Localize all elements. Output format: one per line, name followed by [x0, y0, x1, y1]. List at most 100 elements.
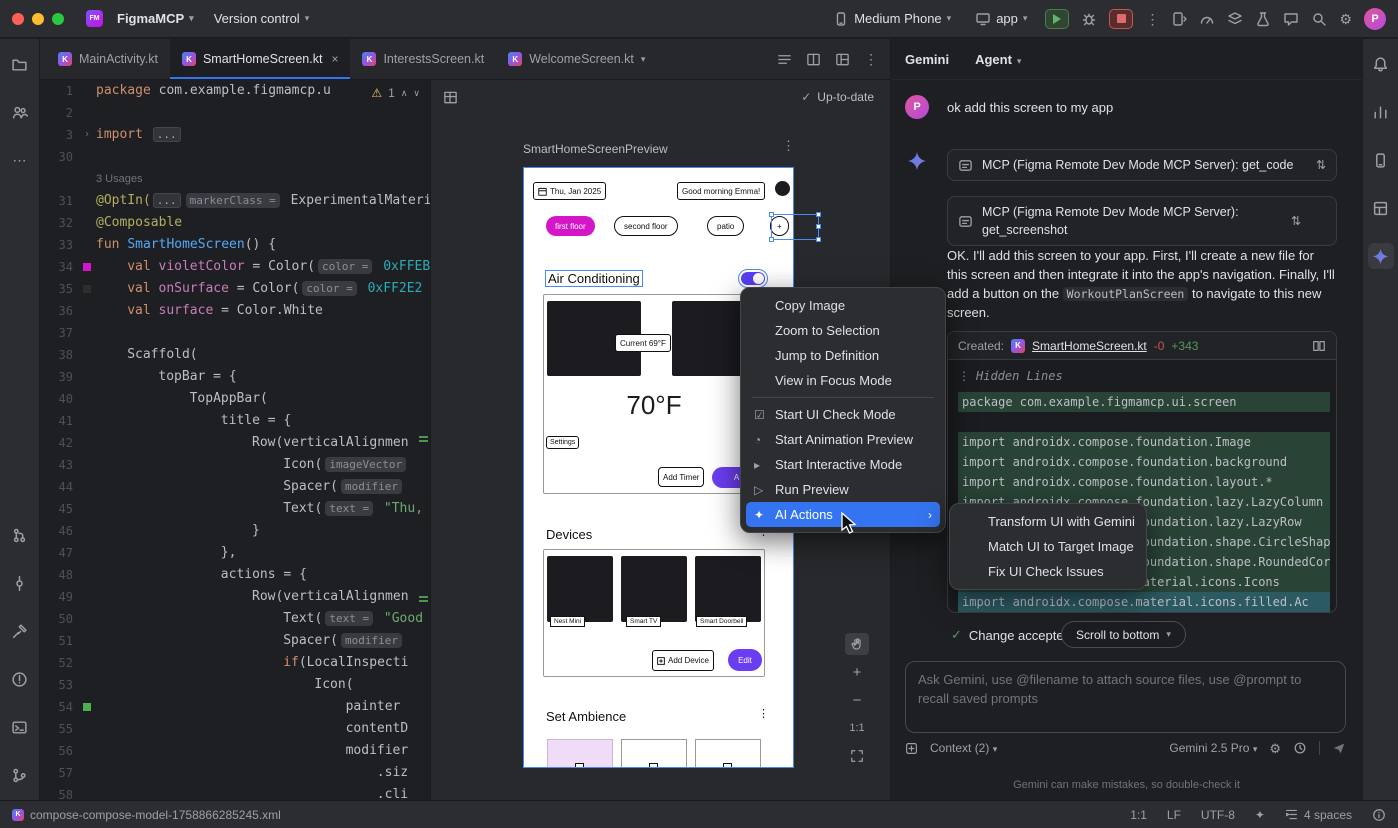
- context-selector[interactable]: Context (2) ▾: [930, 741, 997, 755]
- tab-gemini[interactable]: Gemini: [905, 52, 949, 67]
- device-selector[interactable]: Medium Phone▾: [827, 8, 957, 30]
- ac-toggle[interactable]: [741, 272, 765, 285]
- stop-button[interactable]: [1109, 9, 1133, 29]
- menu-item[interactable]: ◔Start Animation Preview: [746, 427, 940, 452]
- zoom-actual-size-button[interactable]: 1:1: [845, 717, 869, 739]
- status-zoom[interactable]: 1:1: [1130, 808, 1147, 822]
- open-diff-icon[interactable]: [1312, 339, 1326, 353]
- commit-icon[interactable]: [7, 570, 33, 596]
- run-configuration-selector[interactable]: app▾: [969, 8, 1033, 30]
- tab-list-chevron-icon[interactable]: ▾: [641, 54, 646, 65]
- scroll-to-bottom-button[interactable]: Scroll to bottom▾: [1061, 621, 1186, 648]
- preview-more-icon[interactable]: ⋮: [782, 138, 795, 154]
- model-selector[interactable]: Gemini 2.5 Pro ▾: [1169, 741, 1257, 755]
- status-indent[interactable]: 4 spaces: [1285, 808, 1352, 822]
- send-icon[interactable]: [1332, 741, 1346, 755]
- device-tile[interactable]: [621, 556, 687, 622]
- add-device-button[interactable]: Add Device: [652, 650, 714, 671]
- chat-settings-gear-icon[interactable]: ⚙: [1269, 742, 1281, 755]
- tab-interestsscreen[interactable]: K InterestsScreen.kt: [350, 39, 496, 79]
- zoom-in-button[interactable]: +: [845, 661, 869, 683]
- more-tool-windows-icon[interactable]: ⋯: [7, 147, 33, 173]
- problems-icon[interactable]: [7, 666, 33, 692]
- menu-item[interactable]: Jump to Definition: [746, 343, 940, 368]
- menu-item[interactable]: ▸Start Interactive Mode: [746, 452, 940, 477]
- edit-devices-button[interactable]: Edit: [728, 649, 762, 671]
- device-explorer-icon[interactable]: [1368, 147, 1394, 173]
- gemini-tool-icon[interactable]: [1368, 243, 1394, 269]
- menu-item[interactable]: Zoom to Selection: [746, 318, 940, 343]
- filter-chip-first-floor[interactable]: first floor: [546, 216, 595, 236]
- code-editor[interactable]: 1package com.example.figmamcp.u23›import…: [40, 80, 430, 800]
- device-tile[interactable]: [547, 556, 613, 622]
- zoom-window-icon[interactable]: [52, 13, 64, 25]
- close-tab-icon[interactable]: ×: [331, 52, 338, 66]
- tab-welcomescreen[interactable]: K WelcomeScreen.kt ▾: [496, 39, 657, 79]
- tab-mainactivity[interactable]: K MainActivity.kt: [46, 39, 170, 79]
- ambience-more-icon[interactable]: ⋮: [758, 707, 769, 720]
- menu-item[interactable]: ▷Run Preview: [746, 477, 940, 502]
- pan-hand-icon[interactable]: [845, 633, 869, 655]
- close-window-icon[interactable]: [12, 13, 24, 25]
- history-icon[interactable]: [1293, 741, 1307, 755]
- gemini-status-icon[interactable]: ✦: [1255, 808, 1265, 822]
- tab-agent[interactable]: Agent▾: [975, 52, 1021, 67]
- user-profile-avatar[interactable]: P: [1364, 8, 1386, 30]
- split-view-icon[interactable]: [806, 52, 821, 67]
- layout-inspector-icon[interactable]: [1368, 195, 1394, 221]
- app-inspection-icon[interactable]: [1227, 11, 1243, 27]
- debug-button[interactable]: [1081, 11, 1097, 27]
- menu-item[interactable]: View in Focus Mode: [746, 368, 940, 393]
- add-timer-button[interactable]: Add Timer: [658, 467, 704, 487]
- editor-more-icon[interactable]: ⋮: [864, 52, 878, 66]
- menu-item[interactable]: ☑Start UI Check Mode: [746, 402, 940, 427]
- pull-requests-icon[interactable]: [7, 522, 33, 548]
- menu-item[interactable]: Copy Image: [746, 293, 940, 318]
- code-view-icon[interactable]: [777, 52, 792, 67]
- expand-chevron-icon[interactable]: ⇅: [1291, 214, 1301, 228]
- zoom-out-button[interactable]: −: [845, 689, 869, 711]
- preview-grid-mode-icon[interactable]: [443, 90, 458, 105]
- vcs-menu[interactable]: Version control▾: [208, 8, 316, 29]
- version-control-icon[interactable]: [7, 762, 33, 788]
- running-devices-icon[interactable]: [1171, 11, 1187, 27]
- more-run-actions-button[interactable]: ⋮: [1145, 12, 1159, 26]
- app-insights-icon[interactable]: [1368, 99, 1394, 125]
- tool-call-get-code[interactable]: MCP (Figma Remote Dev Mode MCP Server): …: [947, 149, 1337, 181]
- chat-input[interactable]: Ask Gemini, use @filename to attach sour…: [905, 661, 1346, 733]
- profiler-icon[interactable]: [1199, 11, 1215, 27]
- notifications-icon[interactable]: [1368, 51, 1394, 77]
- hidden-lines-row[interactable]: ⋮Hidden Lines: [958, 366, 1336, 386]
- status-info-icon[interactable]: [1372, 808, 1386, 822]
- menu-item[interactable]: Match UI to Target Image: [955, 534, 1141, 559]
- filter-chip-patio[interactable]: patio: [707, 216, 744, 236]
- project-tool-icon[interactable]: [7, 51, 33, 77]
- menu-item[interactable]: Transform UI with Gemini: [955, 509, 1141, 534]
- created-file-link[interactable]: SmartHomeScreen.kt: [1032, 339, 1147, 353]
- resource-manager-icon[interactable]: [7, 99, 33, 125]
- minimize-window-icon[interactable]: [32, 13, 44, 25]
- inspections-widget[interactable]: ⚠ 1 ∧ ∨: [367, 85, 424, 101]
- window-controls[interactable]: [12, 13, 64, 25]
- status-line-ending[interactable]: LF: [1167, 808, 1181, 822]
- tool-call-get-screenshot[interactable]: MCP (Figma Remote Dev Mode MCP Server): …: [947, 196, 1337, 246]
- settings-gear-icon[interactable]: ⚙: [1339, 12, 1352, 26]
- filter-chip-second-floor[interactable]: second floor: [614, 216, 678, 236]
- design-view-icon[interactable]: [835, 52, 850, 67]
- status-encoding[interactable]: UTF-8: [1201, 808, 1235, 822]
- next-issue-icon[interactable]: ∨: [413, 88, 420, 99]
- project-selector[interactable]: FigmaMCP▾: [111, 8, 200, 29]
- component-selection-box[interactable]: [771, 214, 819, 240]
- terminal-icon[interactable]: [7, 714, 33, 740]
- tab-smarthomescreen[interactable]: K SmartHomeScreen.kt ×: [170, 39, 351, 79]
- feedback-icon[interactable]: [1283, 11, 1299, 27]
- status-file[interactable]: K compose-compose-model-1758866285245.xm…: [12, 808, 281, 822]
- menu-item[interactable]: Fix UI Check Issues: [955, 559, 1141, 584]
- expand-chevron-icon[interactable]: ⇅: [1316, 158, 1326, 172]
- zoom-to-fit-icon[interactable]: [845, 745, 869, 767]
- search-everywhere-icon[interactable]: [1311, 11, 1327, 27]
- tests-icon[interactable]: [1255, 11, 1271, 27]
- preview-name-label[interactable]: SmartHomeScreenPreview: [523, 142, 668, 156]
- device-tile[interactable]: [695, 556, 761, 622]
- run-button[interactable]: [1045, 9, 1069, 29]
